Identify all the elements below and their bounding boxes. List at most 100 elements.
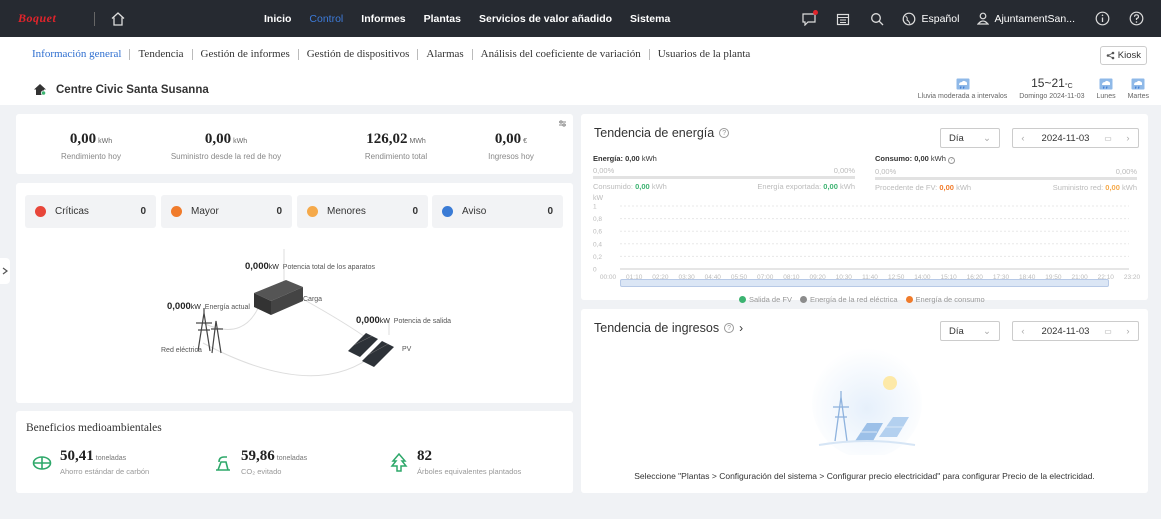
temperature-unit: °C [1064, 83, 1073, 90]
plant-home-icon [34, 84, 47, 96]
chart-range-slider[interactable] [620, 279, 1109, 287]
consumo-unit: kWh [930, 154, 946, 163]
user-icon [977, 12, 990, 25]
exportada-label: Energía exportada: [757, 182, 822, 191]
y-tick-label: 0,8 [593, 216, 602, 223]
tree-icon [390, 453, 408, 472]
environmental-benefits-card: Beneficios medioambientales 50,41 tonelad… [16, 411, 573, 493]
tab-gestion-dispositivos[interactable]: Gestión de dispositivos [307, 48, 410, 60]
alarm-count: 0 [412, 206, 418, 217]
red-value: 0,00 [1105, 182, 1120, 192]
tab-analisis-coeficiente[interactable]: Análisis del coeficiente de variación [481, 48, 641, 60]
calendar-icon[interactable] [834, 10, 852, 28]
tab-usuarios-planta[interactable]: Usuarios de la planta [658, 48, 751, 60]
language-selector[interactable]: Español [902, 12, 959, 26]
alarm-label: Críticas [55, 206, 89, 217]
nav-control[interactable]: Control [309, 13, 343, 25]
info-icon[interactable] [1093, 10, 1111, 28]
settings-icon[interactable] [558, 119, 567, 131]
kpi-card: 0,00 kWh Rendimiento hoy 0,00 kWh Suminist… [16, 114, 573, 174]
weather-today: Lluvia moderada a intervalos [917, 75, 1008, 100]
kiosk-button[interactable]: Kiosk [1099, 46, 1147, 65]
kpi-unit: € [523, 138, 528, 145]
benefit-label: Árboles equivalentes plantados [417, 467, 522, 476]
energy-period-select[interactable]: Día ⌄ [940, 128, 1000, 148]
produccion-value: 0,00 [625, 154, 640, 163]
y-axis-unit: kW [593, 195, 604, 202]
nav-sistema[interactable]: Sistema [630, 13, 670, 25]
kpi-unit: kWh [98, 138, 113, 145]
tab-gestion-informes[interactable]: Gestión de informes [201, 48, 290, 60]
legend-item[interactable]: Energía de la red eléctrica [799, 295, 898, 304]
date-value[interactable]: 2024-11-03 [1033, 133, 1098, 144]
legend-swatch [739, 296, 746, 303]
legend-label: Energía de consumo [915, 295, 985, 304]
y-tick-label: 1 [593, 204, 597, 211]
revenue-trend-card: Tendencia de ingresos ? › Día ⌄ ‹ 2024-1… [581, 309, 1148, 493]
pv-power-value: 0,000 [356, 315, 380, 326]
tab-tendencia[interactable]: Tendencia [138, 48, 183, 60]
tab-informacion-general[interactable]: Información general [32, 48, 121, 60]
prev-date-button[interactable]: ‹ [1013, 133, 1033, 144]
load-power-label: Potencia total de los aparatos [282, 264, 376, 271]
home-icon[interactable] [109, 10, 127, 28]
legend-item[interactable]: Salida de FV [739, 295, 792, 304]
x-tick-label: 00:00 [600, 274, 617, 281]
tab-alarmas[interactable]: Alarmas [426, 48, 463, 60]
major-alarm-icon [171, 206, 182, 217]
calendar-icon[interactable]: ▭ [1098, 327, 1118, 336]
benefit-label: Ahorro estándar de carbón [60, 467, 150, 476]
divider [648, 48, 650, 60]
legend-label: Salida de FV [749, 295, 792, 304]
next-date-button[interactable]: › [1118, 133, 1138, 144]
nav-inicio[interactable]: Inicio [264, 13, 291, 25]
benefit-value: 82 [417, 448, 432, 464]
alarm-menores[interactable]: Menores 0 [297, 195, 428, 228]
help-icon[interactable]: ? [719, 128, 730, 138]
revenue-period-select[interactable]: Día ⌄ [940, 321, 1000, 341]
prev-date-button[interactable]: ‹ [1013, 326, 1033, 337]
kpi-unit: kWh [233, 138, 248, 145]
search-icon[interactable] [868, 10, 886, 28]
date-value[interactable]: 2024-11-03 [1033, 326, 1098, 337]
next-date-button[interactable]: › [1118, 326, 1138, 337]
legend-item[interactable]: Energía de consumo [905, 295, 985, 304]
alarm-mayor[interactable]: Mayor 0 [161, 195, 292, 228]
consumo-value: 0,00 [914, 154, 929, 163]
weather-forecast: Lluvia moderada a intervalos 15~21 °C Dom… [906, 75, 1149, 100]
plant-name: Centre Civic Santa Susanna [56, 83, 209, 96]
nav-servicios[interactable]: Servicios de valor añadido [479, 13, 612, 25]
critical-alarm-icon [35, 206, 46, 217]
nav-plantas[interactable]: Plantas [424, 13, 461, 25]
weather-description: Lluvia moderada a intervalos [917, 93, 1008, 100]
sidebar-toggle[interactable] [0, 258, 10, 284]
share-icon [1106, 51, 1115, 60]
pv-power-unit: kW [379, 318, 390, 325]
messages-icon[interactable] [800, 9, 819, 28]
energy-trend-title: Tendencia de energía ? [594, 126, 730, 140]
nav-informes[interactable]: Informes [361, 13, 405, 25]
exportada-unit: kWh [840, 182, 855, 191]
calendar-icon[interactable]: ▭ [1098, 134, 1118, 143]
brand-logo[interactable]: Boquet [18, 11, 78, 26]
alarm-count: 0 [140, 206, 146, 217]
notification-dot [813, 9, 819, 15]
y-tick-label: 0,2 [593, 254, 602, 261]
help-icon[interactable]: ? [724, 323, 735, 333]
help-icon[interactable] [1127, 10, 1145, 28]
revenue-empty-message: Seleccione "Plantas > Configuración del … [634, 471, 1095, 481]
revenue-title-text: Tendencia de ingresos [594, 321, 720, 335]
alarm-criticas[interactable]: Críticas 0 [25, 195, 156, 228]
consumption-bar [875, 176, 1137, 180]
load-power-value: 0,000 [245, 261, 269, 272]
help-icon[interactable]: ? [947, 156, 955, 164]
legend-swatch [905, 296, 913, 303]
rain-cloud-icon [1099, 78, 1113, 90]
user-menu[interactable]: AjuntamentSan... [977, 12, 1075, 25]
weather-day-label: Martes [1127, 93, 1149, 100]
revenue-trend-title[interactable]: Tendencia de ingresos ? › [594, 321, 743, 335]
language-label: Español [921, 12, 960, 25]
plant-subnav: Información general Tendencia Gestión de… [32, 48, 750, 60]
pv-label: PV [402, 346, 412, 353]
alarm-aviso[interactable]: Aviso 0 [432, 195, 563, 228]
